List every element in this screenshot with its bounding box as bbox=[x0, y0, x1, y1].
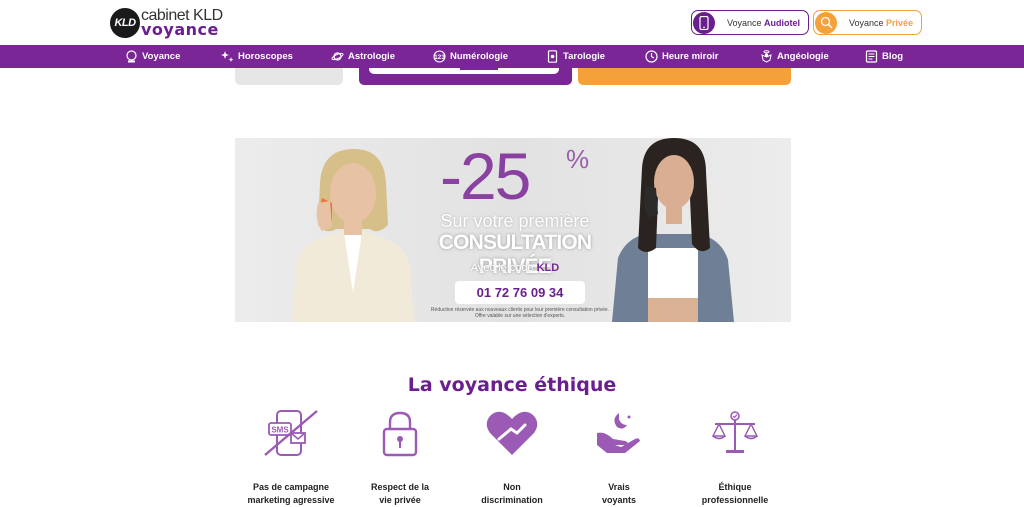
nav-item-angeologie[interactable]: Angéologie bbox=[759, 45, 829, 68]
ethics-title: La voyance éthique bbox=[407, 374, 617, 396]
nav-label: Astrologie bbox=[348, 51, 395, 62]
no-sms-icon: SMS bbox=[261, 405, 321, 461]
ethics-label: Non discrimination bbox=[457, 481, 567, 507]
promo-banner[interactable]: -25 % Sur votre première CONSULTATION PR… bbox=[235, 138, 791, 322]
card-orange-bottom[interactable] bbox=[578, 68, 791, 85]
crystal-ball-icon bbox=[124, 50, 138, 64]
ethics-label-line2: marketing agressive bbox=[247, 495, 335, 505]
svg-text:123: 123 bbox=[434, 54, 445, 61]
logo-mark: KLD bbox=[110, 8, 140, 38]
clock-icon bbox=[644, 50, 658, 64]
nav-item-tarologie[interactable]: Tarologie bbox=[545, 45, 605, 68]
nav-item-horoscopes[interactable]: Horoscopes bbox=[220, 45, 293, 68]
heart-hand-icon bbox=[482, 405, 542, 461]
logo-line2: voyance bbox=[141, 20, 219, 39]
planet-icon bbox=[330, 50, 344, 64]
ethics-label: Respect de la vie privée bbox=[345, 481, 455, 507]
fine-print-line2: Offre valable sur une sélection d'expert… bbox=[474, 313, 566, 319]
phone-number-button[interactable]: 01 72 76 09 34 bbox=[455, 281, 585, 304]
nav-label: Blog bbox=[882, 51, 904, 62]
nav-label: Horoscopes bbox=[238, 51, 293, 62]
ethics-label: Pas de campagne marketing agressive bbox=[236, 481, 346, 507]
nav-label: Angéologie bbox=[777, 51, 829, 62]
promo-code-line: Avec le code KLD bbox=[425, 262, 605, 274]
card-grey-bottom bbox=[235, 68, 343, 85]
nav-label: Numérologie bbox=[450, 51, 509, 62]
audiotel-highlight: Audiotel bbox=[764, 17, 801, 28]
ethics-label: Vrais voyants bbox=[564, 481, 674, 507]
ethics-label-line1: Éthique bbox=[718, 482, 752, 492]
svg-text:SMS: SMS bbox=[271, 426, 289, 435]
promo-line1: Sur votre première bbox=[440, 211, 590, 231]
nav-item-heure-miroir[interactable]: Heure miroir bbox=[644, 45, 719, 68]
site-logo[interactable]: KLD cabinet KLD voyance bbox=[110, 8, 230, 38]
audiotel-prefix: Voyance bbox=[727, 17, 762, 28]
stars-icon bbox=[220, 50, 234, 64]
fine-print: Réduction réservée aux nouveaux clients … bbox=[405, 307, 635, 319]
ethics-label-line1: Vrais bbox=[608, 482, 630, 492]
ethics-item-privacy: Respect de la vie privée bbox=[345, 405, 455, 507]
nav-item-astrologie[interactable]: Astrologie bbox=[330, 45, 395, 68]
angel-icon bbox=[759, 50, 773, 64]
nav-label: Tarologie bbox=[563, 51, 606, 62]
scales-icon bbox=[705, 405, 765, 461]
nav-item-numerologie[interactable]: 123 Numérologie bbox=[432, 45, 508, 68]
user-search-icon bbox=[815, 11, 837, 34]
ethics-item-real-psychics: Vrais voyants bbox=[564, 405, 674, 507]
tarot-card-icon bbox=[545, 50, 559, 64]
discount-amount: -25 bbox=[440, 139, 531, 213]
ethics-label-line1: Non bbox=[503, 482, 521, 492]
nav-label: Voyance bbox=[142, 51, 181, 62]
numbers-icon: 123 bbox=[432, 50, 446, 64]
code-prefix: Avec le code bbox=[470, 262, 537, 274]
ethics-item-non-discrimination: Non discrimination bbox=[457, 405, 567, 507]
main-nav: Voyance Horoscopes Astrologie 123 Numéro… bbox=[0, 45, 1024, 68]
voyance-privee-button[interactable]: Voyance Privée bbox=[813, 10, 922, 35]
ethics-item-no-marketing: SMS Pas de campagne marketing agressive bbox=[236, 405, 346, 507]
site-header: KLD cabinet KLD voyance Voyance Audiotel… bbox=[0, 0, 1024, 45]
promo-code: KLD bbox=[536, 262, 560, 274]
promo-text-block: -25 % Sur votre première CONSULTATION PR… bbox=[235, 138, 791, 322]
ethics-label-line2: voyants bbox=[601, 495, 636, 505]
privee-highlight: Privée bbox=[886, 17, 914, 28]
discount-percent: % bbox=[566, 144, 590, 174]
blog-icon bbox=[864, 50, 878, 64]
ethics-label-line1: Respect de la bbox=[370, 482, 430, 492]
moon-hand-icon bbox=[589, 405, 649, 461]
ethics-label-line2: vie privée bbox=[379, 495, 421, 505]
phone-icon bbox=[693, 11, 715, 34]
voyance-audiotel-button[interactable]: Voyance Audiotel bbox=[691, 10, 809, 35]
ethics-item-professional: Éthique professionnelle bbox=[680, 405, 790, 507]
card-inner-field bbox=[369, 68, 559, 74]
card-purple-bottom[interactable] bbox=[359, 68, 572, 85]
padlock-icon bbox=[370, 405, 430, 461]
ethics-label-line1: Pas de campagne bbox=[252, 482, 330, 492]
ethics-label: Éthique professionnelle bbox=[680, 481, 790, 507]
nav-item-voyance[interactable]: Voyance bbox=[124, 45, 180, 68]
nav-item-blog[interactable]: Blog bbox=[864, 45, 903, 68]
ethics-label-line2: discrimination bbox=[481, 495, 543, 505]
ethics-label-line2: professionnelle bbox=[701, 495, 769, 505]
nav-label: Heure miroir bbox=[662, 51, 719, 62]
privee-prefix: Voyance bbox=[849, 17, 884, 28]
